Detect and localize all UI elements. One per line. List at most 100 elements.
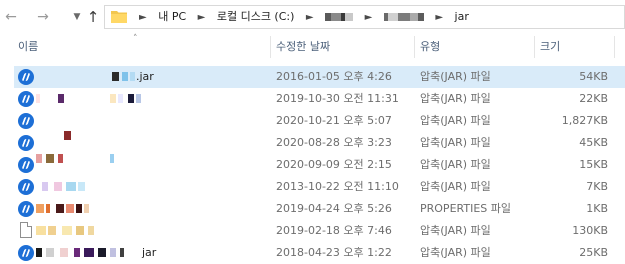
redacted-name-block [58,154,63,163]
breadcrumb-redacted-subfolder[interactable] [383,10,428,23]
redacted-name-block [110,94,116,103]
file-row[interactable]: 2020-10-21 오후 5:07 압축(JAR) 파일 1,827KB [0,110,625,132]
breadcrumb: ► 내 PC ► 로컬 디스크 (C:) ► ► ► jar [131,6,469,28]
column-divider[interactable] [270,36,271,58]
file-list: .jar 2016-01-05 오후 4:26 압축(JAR) 파일 54KB … [0,66,625,264]
file-row[interactable]: 2020-08-28 오후 3:23 압축(JAR) 파일 45KB [0,131,625,154]
file-size: 22KB [579,92,608,105]
redacted-name-block [46,204,50,213]
forward-arrow-icon[interactable]: → [34,8,52,26]
generic-file-icon [20,222,32,238]
file-size: 1KB [586,202,608,215]
redacted-name-block [130,72,135,81]
file-row[interactable]: 2020-09-09 오전 2:15 압축(JAR) 파일 15KB [0,154,625,176]
file-type: PROPERTIES 파일 [420,202,511,215]
breadcrumb-separator-icon: ► [435,12,444,23]
file-date: 2020-10-21 오후 5:07 [276,114,392,127]
column-divider[interactable] [614,36,615,58]
redacted-name-block [36,248,42,257]
column-name[interactable]: 이름 [18,34,38,60]
folder-icon [111,11,127,23]
navigation-bar: ← → ▼ ↑ ► 내 PC ► 로컬 디스크 (C:) ► ► ► jar [0,0,625,34]
file-size: 15KB [579,158,608,171]
file-date: 2016-01-05 오후 4:26 [276,70,392,83]
redacted-name-block [120,248,124,257]
file-row[interactable]: .jar 2016-01-05 오후 4:26 압축(JAR) 파일 54KB [14,66,625,88]
up-arrow-icon[interactable]: ↑ [84,8,102,26]
breadcrumb-separator-icon: ► [305,12,314,23]
jar-file-icon [18,69,34,85]
file-size: 130KB [572,224,608,237]
jar-file-icon [18,201,34,217]
redacted-name-block [84,248,94,257]
redacted-name-block [74,248,80,257]
redacted-name-block [36,204,44,213]
redacted-name-block [66,182,76,191]
redacted-name-block [58,94,64,103]
file-row[interactable]: 2019-10-30 오전 11:31 압축(JAR) 파일 22KB [0,88,625,110]
redacted-name-block [56,204,64,213]
redacted-name-block [136,94,141,103]
file-type: 압축(JAR) 파일 [420,70,491,83]
column-date[interactable]: 수정한 날짜 [276,34,330,60]
redacted-name-block [88,226,94,235]
file-date: 2019-02-18 오후 7:46 [276,224,392,237]
file-name-suffix: .jar [136,70,154,83]
jar-file-icon [18,157,34,173]
redacted-name-block [76,204,82,213]
file-size: 45KB [579,136,608,149]
redacted-name-block [48,226,56,235]
jar-file-icon [18,113,34,129]
file-row[interactable]: 2019-02-18 오후 7:46 압축(JAR) 파일 130KB [0,220,625,242]
column-divider[interactable] [414,36,415,58]
redacted-name-block [36,94,40,103]
column-size[interactable]: 크기 [540,34,560,60]
file-size: 7KB [586,180,608,193]
column-type[interactable]: 유형 [420,34,440,60]
file-type: 압축(JAR) 파일 [420,136,491,149]
file-row[interactable]: 2019-04-24 오후 5:26 PROPERTIES 파일 1KB [0,198,625,220]
redacted-name-block [54,182,62,191]
redacted-name-block [128,94,134,103]
redacted-name-block [60,248,68,257]
file-date: 2018-04-23 오후 1:22 [276,246,392,259]
file-date: 2020-08-28 오후 3:23 [276,136,392,149]
redacted-name-block [118,94,123,103]
breadcrumb-drive[interactable]: 로컬 디스크 (C:) [217,10,295,23]
file-date: 2019-04-24 오후 5:26 [276,202,392,215]
file-size: 25KB [579,246,608,259]
redacted-name-block [36,154,42,163]
file-type: 압축(JAR) 파일 [420,158,491,171]
redacted-name-block [46,248,54,257]
file-type: 압축(JAR) 파일 [420,246,491,259]
file-type: 압축(JAR) 파일 [420,114,491,127]
redacted-name-block [62,226,72,235]
sort-chevron-up-icon: ˄ [133,34,138,44]
file-date: 2020-09-09 오전 2:15 [276,158,392,171]
file-name-suffix: jar [142,246,157,259]
address-bar[interactable]: ► 내 PC ► 로컬 디스크 (C:) ► ► ► jar [104,5,625,29]
redacted-name-block [46,154,54,163]
breadcrumb-current[interactable]: jar [455,10,469,23]
file-row[interactable]: jar 2018-04-23 오후 1:22 압축(JAR) 파일 25KB [0,242,625,264]
breadcrumb-this-pc[interactable]: 내 PC [158,10,186,23]
back-arrow-icon[interactable]: ← [2,8,20,26]
file-date: 2019-10-30 오전 11:31 [276,92,399,105]
jar-file-icon [18,91,34,107]
redacted-name-block [110,248,116,257]
file-size: 54KB [579,70,608,83]
column-header: ˄ 이름 수정한 날짜 유형 크기 [0,34,625,60]
breadcrumb-redacted-folder[interactable] [325,10,357,23]
column-divider[interactable] [534,36,535,58]
file-type: 압축(JAR) 파일 [420,224,491,237]
redacted-name-block [110,154,114,163]
redacted-name-block [122,72,128,81]
file-row[interactable]: 2013-10-22 오전 11:10 압축(JAR) 파일 7KB [0,176,625,198]
jar-file-icon [18,135,34,151]
breadcrumb-separator-icon: ► [197,12,206,23]
redacted-name-block [98,248,106,257]
redacted-name-block [84,204,89,213]
file-size: 1,827KB [561,114,608,127]
file-date: 2013-10-22 오전 11:10 [276,180,399,193]
redacted-name-block [36,226,46,235]
